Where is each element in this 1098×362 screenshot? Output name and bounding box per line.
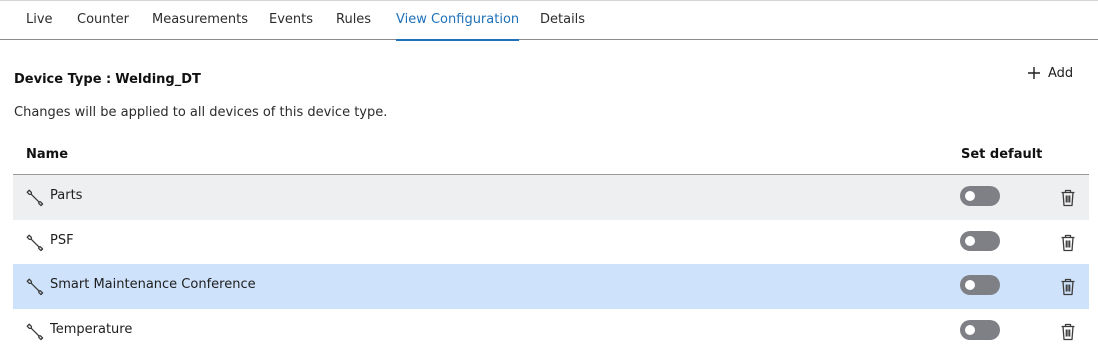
toggle-knob [965, 236, 975, 246]
device-type-heading: Device Type : Welding_DT [14, 72, 201, 87]
trash-icon[interactable] [1060, 278, 1076, 296]
wrench-icon [26, 234, 44, 252]
table-row[interactable]: Smart Maintenance Conference [13, 264, 1089, 309]
apply-note: Changes will be applied to all devices o… [14, 105, 388, 120]
trash-icon[interactable] [1060, 323, 1076, 341]
set-default-toggle[interactable] [960, 275, 1000, 295]
add-button-label: Add [1048, 65, 1074, 81]
column-header-name: Name [26, 147, 69, 162]
tab-bar: Live Counter Measurements Events Rules V… [0, 0, 1098, 41]
trash-icon[interactable] [1060, 189, 1076, 207]
add-button[interactable]: Add [1027, 62, 1073, 84]
tab-measurements[interactable]: Measurements [152, 1, 248, 40]
set-default-toggle[interactable] [960, 231, 1000, 251]
wrench-icon [26, 189, 44, 207]
set-default-toggle[interactable] [960, 320, 1000, 340]
row-name: Parts [50, 188, 83, 203]
table-row[interactable]: Parts [13, 175, 1089, 220]
row-name: Smart Maintenance Conference [50, 277, 256, 292]
tab-details[interactable]: Details [540, 1, 585, 40]
tab-view-configuration[interactable]: View Configuration [396, 1, 520, 41]
table-row[interactable]: Temperature [13, 309, 1089, 354]
trash-icon[interactable] [1060, 234, 1076, 252]
toggle-knob [965, 280, 975, 290]
device-type-label: Device Type : [14, 72, 112, 87]
toggle-knob [965, 191, 975, 201]
table-header: Name Set default [13, 137, 1089, 175]
row-name: PSF [50, 233, 74, 248]
wrench-icon [26, 323, 44, 341]
table-row[interactable]: PSF [13, 220, 1089, 265]
wrench-icon [26, 278, 44, 296]
tab-counter[interactable]: Counter [77, 1, 129, 40]
set-default-toggle[interactable] [960, 186, 1000, 206]
tab-events[interactable]: Events [269, 1, 313, 40]
device-type-value: Welding_DT [115, 72, 201, 87]
row-name: Temperature [50, 322, 133, 337]
tab-rules[interactable]: Rules [336, 1, 371, 40]
plus-icon [1028, 67, 1040, 79]
toggle-knob [965, 325, 975, 335]
column-header-set-default: Set default [961, 147, 1043, 162]
tab-live[interactable]: Live [26, 1, 53, 40]
device-type-view-configuration: Live Counter Measurements Events Rules V… [0, 0, 1098, 362]
